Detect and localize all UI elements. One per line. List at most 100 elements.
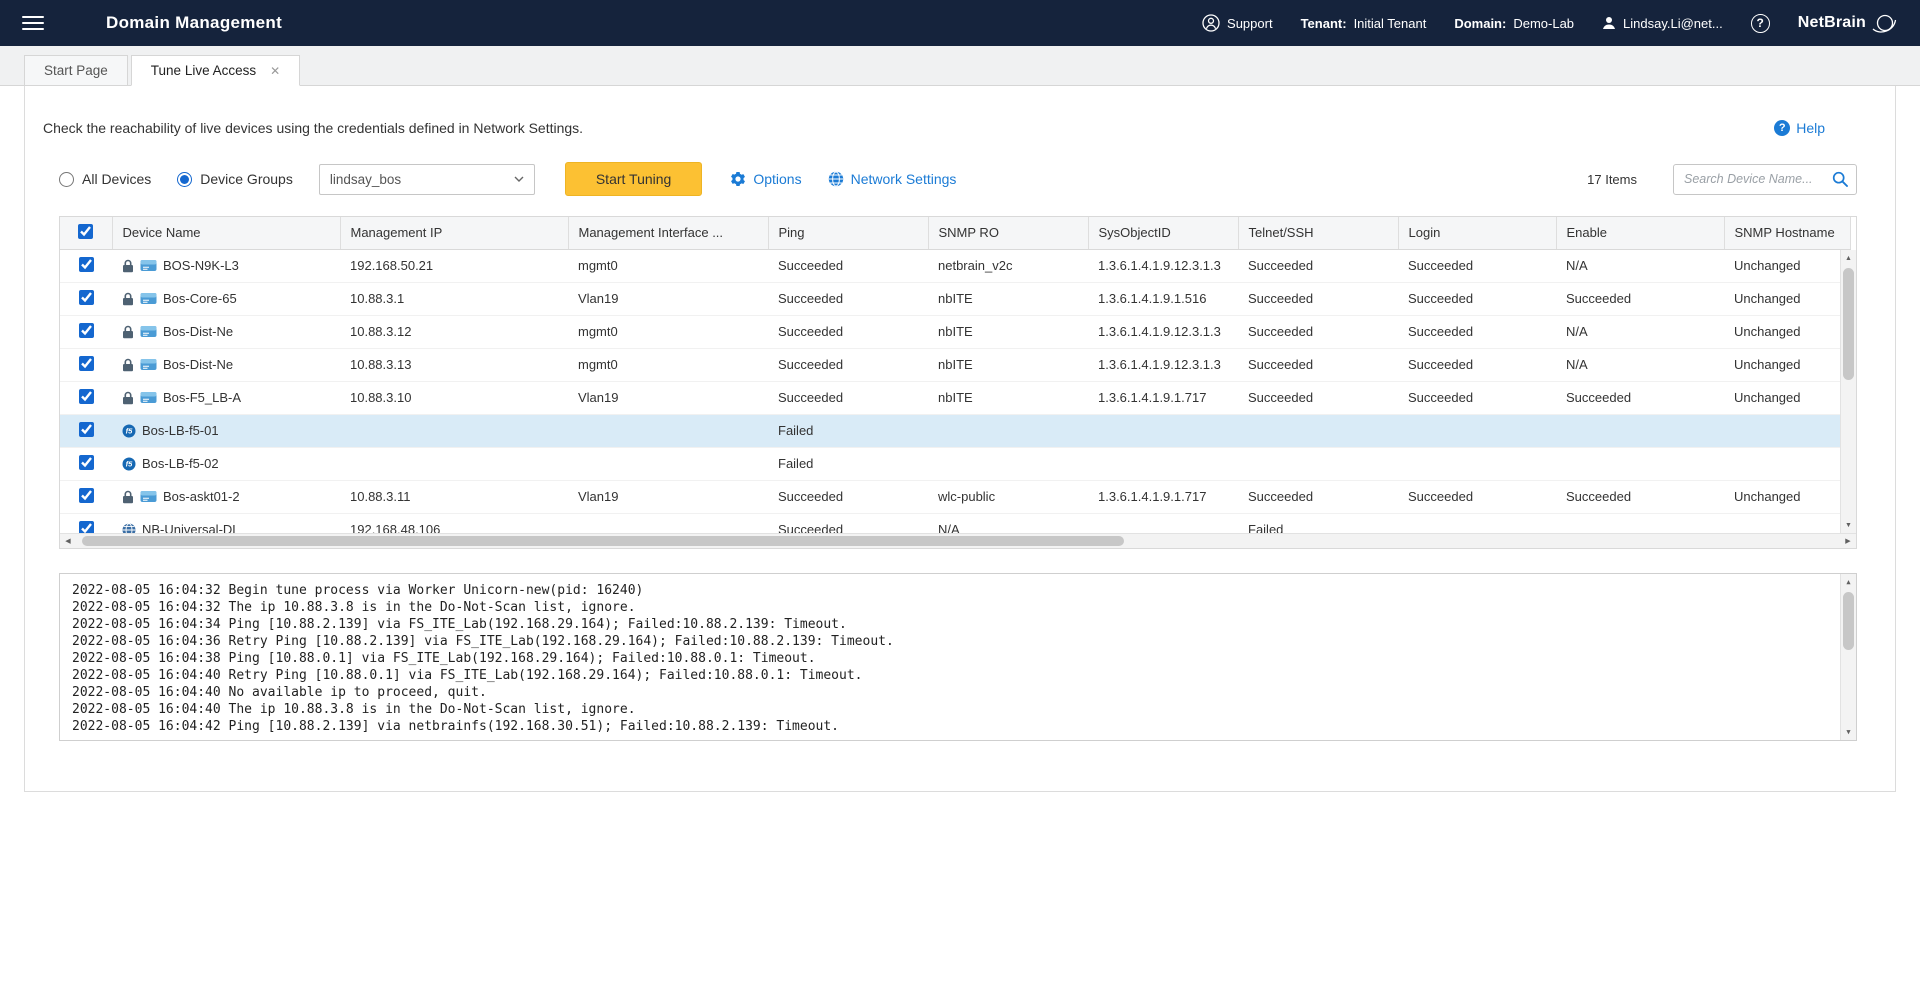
cell-login bbox=[1398, 414, 1556, 447]
table-horizontal-scrollbar[interactable]: ◀ ▶ bbox=[60, 533, 1856, 548]
table-row[interactable]: Bos-Core-65 10.88.3.1 Vlan19 Succeeded n… bbox=[60, 282, 1850, 315]
device-name: Bos-LB-f5-01 bbox=[142, 423, 219, 438]
select-all-checkbox[interactable] bbox=[78, 224, 93, 239]
col-login[interactable]: Login bbox=[1398, 217, 1556, 249]
netbrain-logo-text: NetBrain bbox=[1798, 14, 1866, 32]
tab-tune-live-access[interactable]: Tune Live Access ✕ bbox=[131, 55, 300, 86]
cell-login: Succeeded bbox=[1398, 249, 1556, 282]
scroll-down-arrow[interactable]: ▼ bbox=[1841, 517, 1856, 533]
all-devices-radio[interactable]: All Devices bbox=[59, 171, 151, 187]
tab-close-icon[interactable]: ✕ bbox=[270, 65, 280, 77]
user-menu[interactable]: Lindsay.Li@net... bbox=[1602, 16, 1723, 31]
vertical-scroll-thumb[interactable] bbox=[1843, 268, 1854, 380]
device-groups-radio[interactable]: Device Groups bbox=[177, 171, 293, 187]
device-name: Bos-askt01-2 bbox=[163, 489, 240, 504]
netbrain-logo: NetBrain bbox=[1798, 12, 1898, 34]
table-row[interactable]: Bos-Dist-Ne 10.88.3.12 mgmt0 Succeeded n… bbox=[60, 315, 1850, 348]
search-input[interactable] bbox=[1684, 172, 1832, 186]
start-tuning-button[interactable]: Start Tuning bbox=[565, 162, 703, 196]
row-checkbox[interactable] bbox=[79, 290, 94, 305]
cell-snmp-hostname: Unchanged bbox=[1724, 282, 1850, 315]
log-line: 2022-08-05 16:04:32 The ip 10.88.3.8 is … bbox=[72, 599, 1830, 616]
row-checkbox[interactable] bbox=[79, 356, 94, 371]
scroll-up-arrow[interactable]: ▲ bbox=[1841, 250, 1856, 266]
col-management-ip[interactable]: Management IP bbox=[340, 217, 568, 249]
row-select-cell bbox=[60, 249, 112, 282]
cell-ping: Failed bbox=[768, 447, 928, 480]
scroll-left-arrow[interactable]: ◀ bbox=[60, 534, 76, 548]
table-vertical-scrollbar[interactable]: ▲ ▼ bbox=[1840, 250, 1856, 533]
cell-enable: Succeeded bbox=[1556, 381, 1724, 414]
col-ping[interactable]: Ping bbox=[768, 217, 928, 249]
cell-snmp-ro bbox=[928, 447, 1088, 480]
domain-info[interactable]: Domain: Demo-Lab bbox=[1454, 16, 1574, 31]
row-checkbox[interactable] bbox=[79, 389, 94, 404]
device-group-select[interactable]: lindsay_bos bbox=[319, 164, 535, 195]
cell-enable: Succeeded bbox=[1556, 282, 1724, 315]
row-checkbox[interactable] bbox=[79, 257, 94, 272]
network-settings-button[interactable]: Network Settings bbox=[828, 171, 957, 187]
tab-start-page[interactable]: Start Page bbox=[24, 55, 128, 86]
col-management-interface[interactable]: Management Interface ... bbox=[568, 217, 768, 249]
log-line: 2022-08-05 16:04:36 Retry Ping [10.88.2.… bbox=[72, 633, 1830, 650]
horizontal-scroll-thumb[interactable] bbox=[82, 536, 1124, 546]
search-icon[interactable] bbox=[1832, 171, 1848, 187]
table-row[interactable]: BOS-N9K-L3 192.168.50.21 mgmt0 Succeeded… bbox=[60, 249, 1850, 282]
netbrain-swirl-icon bbox=[1870, 12, 1898, 34]
col-snmp-ro[interactable]: SNMP RO bbox=[928, 217, 1088, 249]
cell-snmp-ro: netbrain_v2c bbox=[928, 249, 1088, 282]
tuning-log[interactable]: 2022-08-05 16:04:32 Begin tune process v… bbox=[59, 573, 1857, 741]
col-sysobjectid[interactable]: SysObjectID bbox=[1088, 217, 1238, 249]
cell-snmp-hostname: Unchanged bbox=[1724, 480, 1850, 513]
cell-login: Succeeded bbox=[1398, 348, 1556, 381]
help-link[interactable]: ? Help bbox=[1774, 120, 1825, 136]
tab-tune-live-access-label: Tune Live Access bbox=[151, 63, 256, 78]
help-circle-icon[interactable]: ? bbox=[1751, 14, 1770, 33]
all-devices-radio-input[interactable] bbox=[59, 172, 74, 187]
table-row[interactable]: Bos-F5_LB-A 10.88.3.10 Vlan19 Succeeded … bbox=[60, 381, 1850, 414]
tenant-info[interactable]: Tenant: Initial Tenant bbox=[1301, 16, 1427, 31]
table-row[interactable]: Bos-Dist-Ne 10.88.3.13 mgmt0 Succeeded n… bbox=[60, 348, 1850, 381]
device-table: Device Name Management IP Management Int… bbox=[59, 216, 1857, 549]
options-button[interactable]: Options bbox=[730, 171, 801, 187]
log-vertical-scrollbar[interactable]: ▲ ▼ bbox=[1840, 574, 1856, 740]
row-select-cell bbox=[60, 282, 112, 315]
cell-device-name: Bos-LB-f5-01 bbox=[112, 414, 340, 447]
col-snmp-hostname[interactable]: SNMP Hostname bbox=[1724, 217, 1850, 249]
cell-enable bbox=[1556, 414, 1724, 447]
cell-sysobjectid: 1.3.6.1.4.1.9.1.717 bbox=[1088, 381, 1238, 414]
log-scroll-thumb[interactable] bbox=[1843, 592, 1854, 650]
tab-start-page-label: Start Page bbox=[44, 63, 108, 78]
help-link-label: Help bbox=[1796, 120, 1825, 136]
table-row[interactable]: Bos-askt01-2 10.88.3.11 Vlan19 Succeeded… bbox=[60, 480, 1850, 513]
col-enable[interactable]: Enable bbox=[1556, 217, 1724, 249]
device-icon bbox=[140, 490, 157, 503]
device-group-selected-value: lindsay_bos bbox=[330, 172, 401, 187]
cell-telnet-ssh: Succeeded bbox=[1238, 282, 1398, 315]
col-telnet-ssh[interactable]: Telnet/SSH bbox=[1238, 217, 1398, 249]
log-scroll-up-arrow[interactable]: ▲ bbox=[1841, 574, 1856, 590]
table-row[interactable]: Bos-LB-f5-02 Failed bbox=[60, 447, 1850, 480]
log-scroll-down-arrow[interactable]: ▼ bbox=[1841, 724, 1856, 740]
hamburger-menu-icon[interactable] bbox=[22, 16, 44, 30]
cell-enable: N/A bbox=[1556, 348, 1724, 381]
row-checkbox[interactable] bbox=[79, 323, 94, 338]
cell-management-ip: 10.88.3.12 bbox=[340, 315, 568, 348]
support-link[interactable]: Support bbox=[1202, 14, 1273, 32]
cell-device-name: Bos-Dist-Ne bbox=[112, 315, 340, 348]
device-name: Bos-LB-f5-02 bbox=[142, 456, 219, 471]
row-checkbox[interactable] bbox=[79, 422, 94, 437]
lock-icon bbox=[122, 325, 134, 339]
search-box bbox=[1673, 164, 1857, 195]
cell-sysobjectid bbox=[1088, 447, 1238, 480]
cell-management-ip: 10.88.3.13 bbox=[340, 348, 568, 381]
scroll-right-arrow[interactable]: ▶ bbox=[1840, 534, 1856, 548]
row-checkbox[interactable] bbox=[79, 488, 94, 503]
device-groups-radio-input[interactable] bbox=[177, 172, 192, 187]
cell-sysobjectid: 1.3.6.1.4.1.9.12.3.1.3 bbox=[1088, 348, 1238, 381]
col-device-name[interactable]: Device Name bbox=[112, 217, 340, 249]
table-row-selected[interactable]: Bos-LB-f5-01 Failed bbox=[60, 414, 1850, 447]
row-checkbox[interactable] bbox=[79, 455, 94, 470]
cell-management-ip: 10.88.3.11 bbox=[340, 480, 568, 513]
f5-device-icon bbox=[122, 457, 136, 471]
